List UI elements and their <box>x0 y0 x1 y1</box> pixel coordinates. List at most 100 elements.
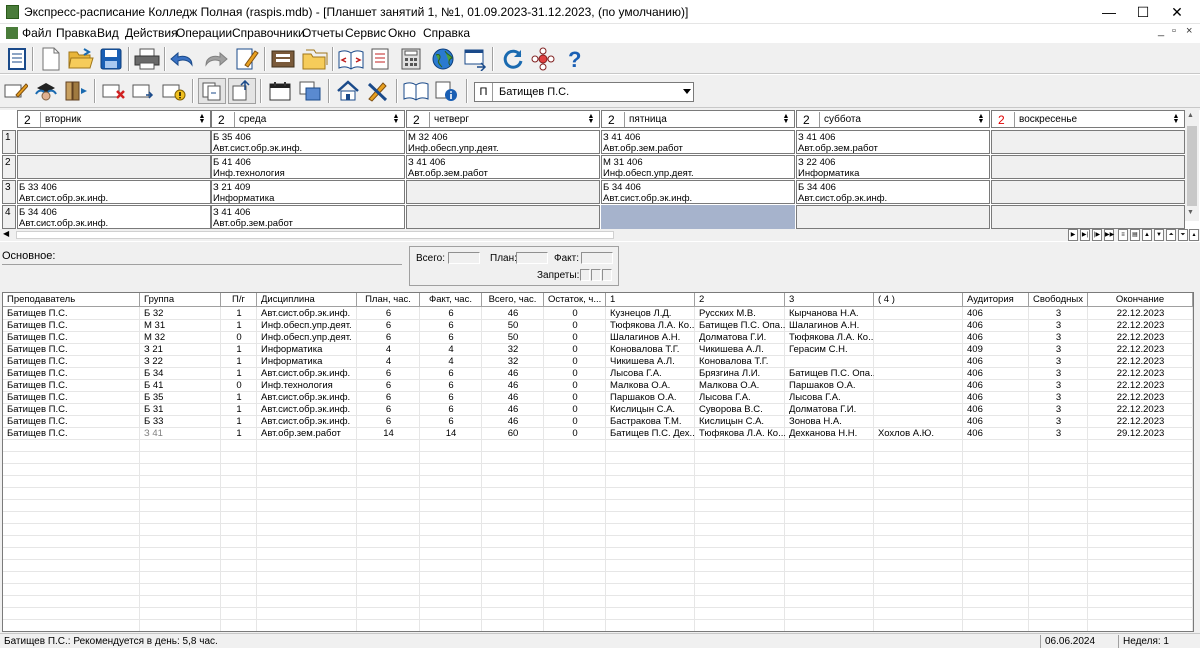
menu-window[interactable]: Окно <box>388 26 416 40</box>
schedule-vertical-scrollbar[interactable]: ▲ ▼ <box>1185 110 1199 221</box>
scrollbar-thumb[interactable] <box>1187 126 1197 206</box>
info-icon[interactable] <box>432 78 460 104</box>
edit-pencil-icon[interactable] <box>232 45 262 73</box>
lesson-cell[interactable]: Б 34 406 Авт.сист.обр.эк.инф. <box>796 180 990 204</box>
column-header[interactable]: План, час. <box>357 293 420 307</box>
window-arrow-icon[interactable] <box>460 45 490 73</box>
delete-lesson-icon[interactable] <box>100 78 128 104</box>
refresh-icon[interactable] <box>498 45 528 73</box>
column-header[interactable]: 1 <box>606 293 695 307</box>
view-bottom-icon[interactable]: ⏷ <box>1178 229 1188 241</box>
empty-cell[interactable] <box>796 205 990 229</box>
lesson-cell[interactable]: Б 34 406 Авт.сист.обр.эк.инф. <box>17 205 211 229</box>
open-book-icon[interactable] <box>402 78 430 104</box>
column-header[interactable]: Остаток, ч... <box>544 293 606 307</box>
spinner-icon[interactable]: ▲ ▼ <box>586 113 596 125</box>
lesson-cell[interactable]: М 32 406 Инф.обесп.упр.деят. <box>406 130 600 154</box>
help-icon[interactable]: ? <box>560 45 590 73</box>
spinner-icon[interactable]: ▲ ▼ <box>976 113 986 125</box>
lesson-cell[interactable]: З 41 406 Авт.обр.зем.работ <box>796 130 990 154</box>
home-icon[interactable] <box>334 78 362 104</box>
menu-edit[interactable]: Правка <box>56 26 97 40</box>
molecule-icon[interactable] <box>528 45 558 73</box>
book-icon[interactable] <box>336 45 366 73</box>
lesson-cell[interactable]: Б 41 406 Инф.технология <box>211 155 405 179</box>
menu-help[interactable]: Справка <box>423 26 470 40</box>
empty-cell[interactable] <box>991 130 1185 154</box>
scroll-down-icon[interactable]: ▼ <box>1187 209 1194 216</box>
move-lesson-icon[interactable] <box>130 78 158 104</box>
register-icon[interactable] <box>268 45 298 73</box>
lesson-cell[interactable]: Б 34 406 Авт.сист.обр.эк.инф. <box>601 180 795 204</box>
edit-lesson-icon[interactable] <box>2 78 30 104</box>
lesson-cell[interactable]: Б 35 406 Авт.сист.обр.эк.инф. <box>211 130 405 154</box>
column-header[interactable]: 2 <box>695 293 785 307</box>
column-header[interactable]: Факт, час. <box>420 293 482 307</box>
nav-last-icon[interactable]: ▶| <box>1080 229 1090 241</box>
folders-icon[interactable] <box>300 45 330 73</box>
spinner-icon[interactable]: ▲ ▼ <box>1171 113 1181 125</box>
column-header[interactable]: Окончание <box>1088 293 1193 307</box>
lesson-cell[interactable]: М 31 406 Инф.обесп.упр.деят. <box>601 155 795 179</box>
lesson-cell[interactable]: З 41 406 Авт.обр.зем.работ <box>211 205 405 229</box>
scroll-left-icon[interactable]: ◀ <box>3 229 9 238</box>
empty-cell[interactable] <box>406 205 600 229</box>
warning-lesson-icon[interactable] <box>160 78 188 104</box>
document-icon[interactable] <box>6 27 18 39</box>
empty-cell[interactable] <box>406 180 600 204</box>
view-expand-icon[interactable]: ▴ <box>1189 229 1199 241</box>
students-icon[interactable] <box>32 78 60 104</box>
columns-icon[interactable] <box>62 78 90 104</box>
menu-actions[interactable]: Действия <box>125 26 178 40</box>
empty-cell[interactable] <box>17 130 211 154</box>
paste-schedule-icon[interactable] <box>228 78 256 104</box>
menu-references[interactable]: Справочники <box>232 26 305 40</box>
day-header[interactable]: 2 воскресенье ▲ ▼ <box>991 110 1185 128</box>
copy-schedule-icon[interactable] <box>198 78 226 104</box>
spinner-icon[interactable]: ▲ ▼ <box>781 113 791 125</box>
mdi-close-button[interactable]: × <box>1186 25 1192 37</box>
menu-view[interactable]: Вид <box>97 26 119 40</box>
calculator-icon[interactable] <box>396 45 426 73</box>
column-header[interactable]: ( 4 ) <box>874 293 963 307</box>
calendar-icon[interactable] <box>266 78 294 104</box>
menu-service[interactable]: Сервис <box>345 26 386 40</box>
empty-cell[interactable] <box>17 155 211 179</box>
nav-next-icon[interactable]: ▶ <box>1068 229 1078 241</box>
view-up-icon[interactable]: ▲ <box>1142 229 1152 241</box>
column-header[interactable]: Группа <box>140 293 221 307</box>
column-header[interactable]: Аудитория <box>963 293 1029 307</box>
menu-reports[interactable]: Отчеты <box>302 26 343 40</box>
empty-cell[interactable] <box>991 205 1185 229</box>
lesson-cell[interactable]: З 41 406 Авт.обр.зем.работ <box>406 155 600 179</box>
empty-cell[interactable] <box>991 155 1185 179</box>
day-header[interactable]: 2 вторник ▲ ▼ <box>17 110 211 128</box>
chevron-down-icon[interactable] <box>683 89 691 94</box>
column-header[interactable]: Свободных <box>1029 293 1088 307</box>
lesson-cell[interactable]: Б 33 406 Авт.сист.обр.эк.инф. <box>17 180 211 204</box>
spinner-icon[interactable]: ▲ ▼ <box>197 113 207 125</box>
selected-empty-cell[interactable] <box>601 205 795 229</box>
menu-operations[interactable]: Операции <box>176 26 232 40</box>
column-header[interactable]: П/г <box>221 293 257 307</box>
day-header[interactable]: 2 среда ▲ ▼ <box>211 110 405 128</box>
document-red-icon[interactable] <box>366 45 396 73</box>
nav-end-icon[interactable]: ▶▶ <box>1104 229 1114 241</box>
mdi-restore-button[interactable]: ▫ <box>1172 25 1176 37</box>
teacher-type-prefix[interactable]: П <box>475 83 493 101</box>
day-header[interactable]: 2 четверг ▲ ▼ <box>406 110 600 128</box>
empty-cell[interactable] <box>991 180 1185 204</box>
list-icon[interactable] <box>2 45 32 73</box>
mdi-minimize-button[interactable]: _ <box>1158 25 1164 37</box>
teacher-dropdown[interactable]: П Батищев П.С. <box>474 82 694 102</box>
tools-icon[interactable] <box>364 78 392 104</box>
new-file-icon[interactable] <box>36 45 66 73</box>
menu-file[interactable]: Файл <box>22 26 52 40</box>
print-icon[interactable] <box>132 45 162 73</box>
day-header[interactable]: 2 суббота ▲ ▼ <box>796 110 990 128</box>
column-header[interactable]: Дисциплина <box>257 293 357 307</box>
close-button[interactable]: ✕ <box>1154 0 1200 24</box>
column-header[interactable]: 3 <box>785 293 874 307</box>
open-folder-icon[interactable] <box>66 45 96 73</box>
lesson-cell[interactable]: З 21 409 Информатика <box>211 180 405 204</box>
